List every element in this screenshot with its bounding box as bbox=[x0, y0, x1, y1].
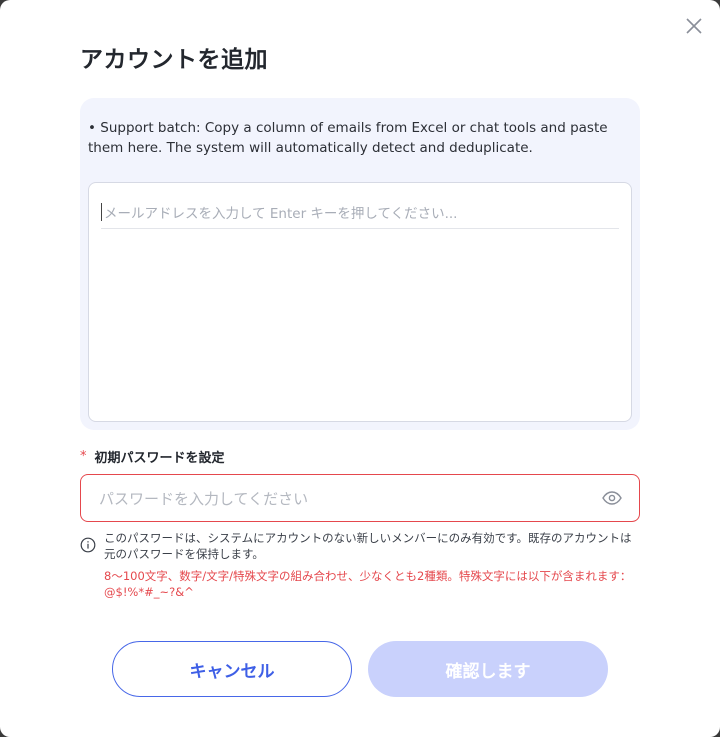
add-account-dialog: アカウントを追加 • Support batch: Copy a column … bbox=[0, 0, 720, 737]
required-mark: * bbox=[80, 449, 87, 464]
password-label-text: 初期パスワードを設定 bbox=[94, 451, 225, 466]
password-placeholder: パスワードを入力してください bbox=[99, 489, 309, 508]
email-input[interactable]: メールアドレスを入力して Enter キーを押してください... bbox=[101, 195, 619, 229]
text-caret bbox=[101, 202, 102, 221]
password-info-text: このパスワードは、システムにアカウントのない新しいメンバーにのみ有効です。既存の… bbox=[104, 531, 632, 561]
email-panel: • Support batch: Copy a column of emails… bbox=[80, 98, 640, 430]
password-input[interactable]: パスワードを入力してください bbox=[80, 474, 640, 522]
dialog-title: アカウントを追加 bbox=[80, 47, 268, 73]
password-label: * 初期パスワードを設定 bbox=[80, 447, 225, 466]
confirm-button[interactable]: 確認します bbox=[368, 641, 608, 697]
batch-hint-text: • Support batch: Copy a column of emails… bbox=[88, 120, 608, 156]
close-button[interactable] bbox=[682, 14, 706, 38]
close-icon bbox=[686, 18, 702, 34]
info-icon bbox=[80, 537, 96, 553]
email-placeholder: メールアドレスを入力して Enter キーを押してください... bbox=[104, 205, 458, 222]
email-input-area[interactable]: メールアドレスを入力して Enter キーを押してください... bbox=[88, 182, 632, 422]
password-rule-text: 8～100文字、数字/文字/特殊文字の組み合わせ、少なくとも2種類。特殊文字には… bbox=[104, 569, 632, 599]
toggle-password-visibility-button[interactable] bbox=[601, 487, 623, 509]
eye-icon bbox=[602, 491, 622, 505]
cancel-button[interactable]: キャンセル bbox=[112, 641, 352, 697]
